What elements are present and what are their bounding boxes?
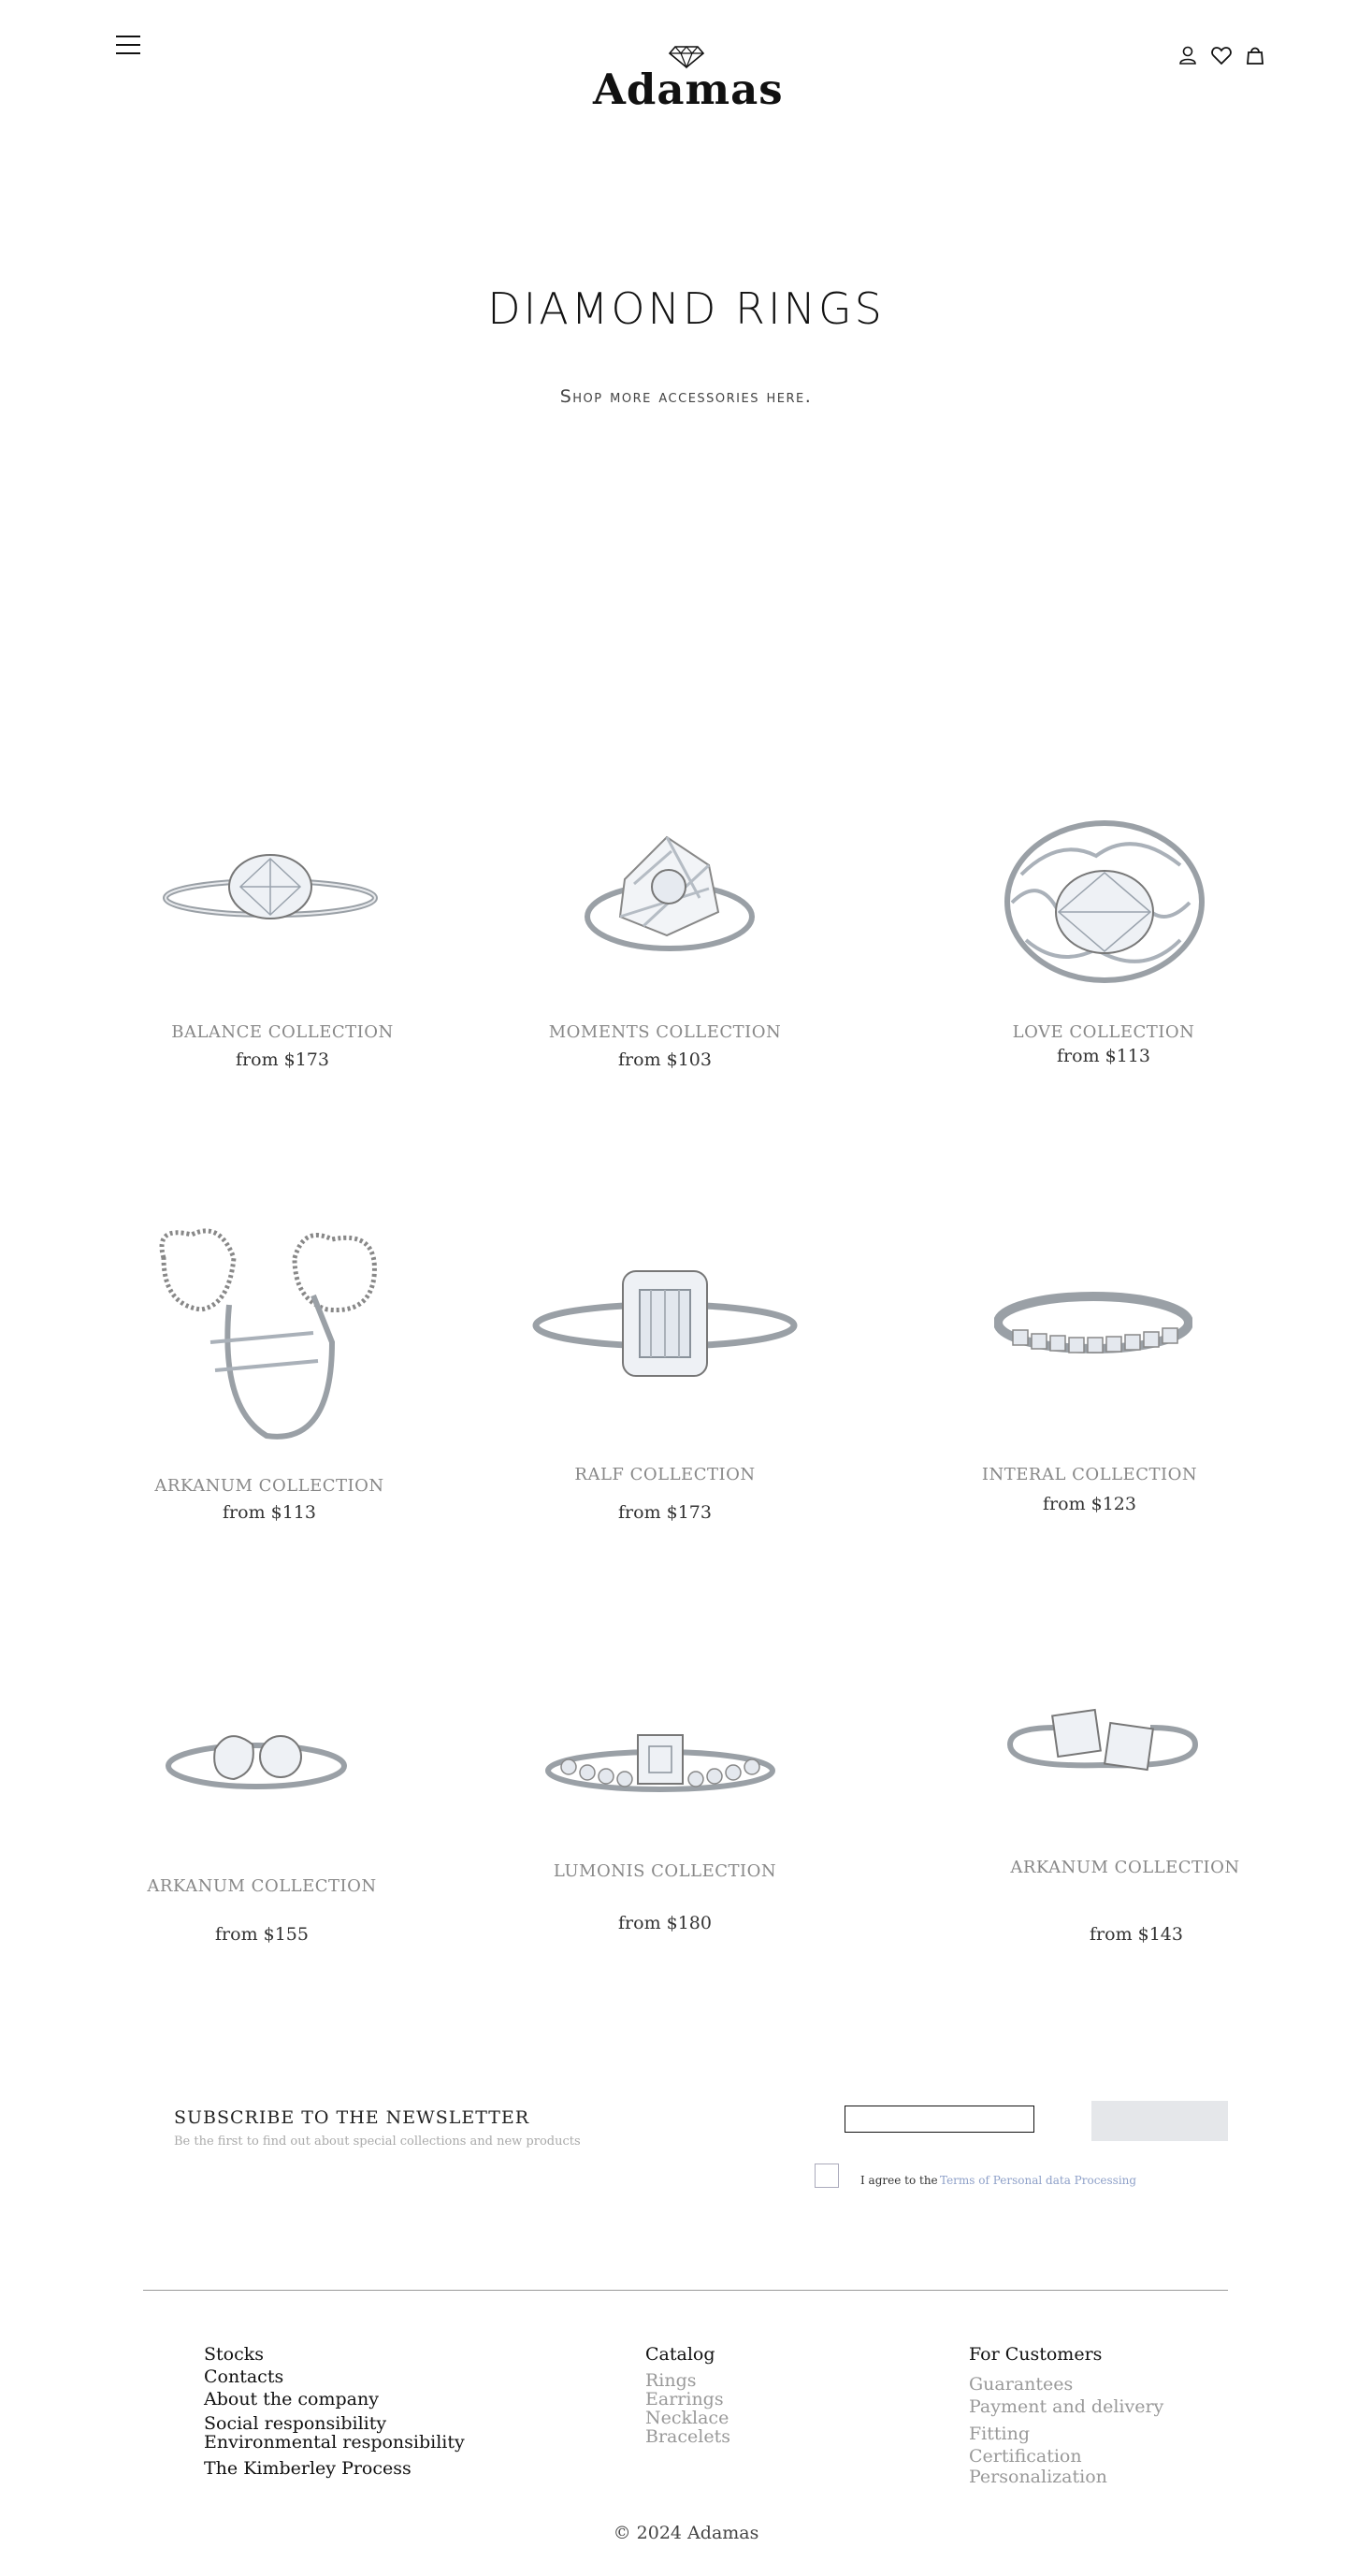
brand-name: Adamas — [593, 65, 784, 114]
product-name[interactable]: ARKANUM COLLECTION — [957, 1858, 1293, 1877]
menu-icon[interactable] — [116, 36, 140, 56]
product-price: from $143 — [1090, 1924, 1183, 1945]
footer-divider — [143, 2290, 1228, 2291]
footer-link-environmental[interactable]: Environmental responsibility — [204, 2433, 465, 2452]
product-price: from $123 — [1043, 1494, 1136, 1514]
footer-link-rings[interactable]: Rings — [645, 2371, 730, 2390]
terms-link[interactable]: Terms of Personal data Processing — [940, 2174, 1136, 2187]
footer-link-social[interactable]: Social responsibility — [204, 2414, 465, 2433]
product-price: from $155 — [215, 1924, 309, 1945]
newsletter-title: SUBSCRIBE TO THE NEWSLETTER — [174, 2107, 530, 2128]
footer-link-necklace[interactable]: Necklace — [645, 2409, 730, 2427]
footer-link-certification[interactable]: Certification — [969, 2446, 1163, 2467]
footer-link-guarantees[interactable]: Guarantees — [969, 2373, 1163, 2395]
product-price: from $103 — [618, 1049, 712, 1070]
footer-link-about[interactable]: About the company — [204, 2388, 465, 2410]
subscribe-button[interactable] — [1091, 2101, 1228, 2141]
product-image-moments-ring[interactable] — [578, 823, 756, 963]
footer-link-contacts[interactable]: Contacts — [204, 2366, 465, 2388]
product-image-lumonis-ring[interactable] — [542, 1728, 778, 1802]
product-name[interactable]: ARKANUM COLLECTION — [94, 1876, 430, 1896]
footer-heading-catalog: Catalog — [645, 2344, 715, 2365]
footer-link-personalization[interactable]: Personalization — [969, 2467, 1163, 2487]
page-title: DIAMOND RINGS — [487, 283, 885, 334]
product-image-ralf-ring[interactable] — [529, 1267, 801, 1380]
product-price: from $173 — [236, 1049, 329, 1070]
product-name[interactable]: LOVE COLLECTION — [935, 1022, 1272, 1042]
footer-heading-customers: For Customers — [969, 2344, 1103, 2365]
product-price: from $173 — [618, 1502, 712, 1523]
product-image-love-ring[interactable] — [1003, 818, 1206, 985]
footer-link-payment[interactable]: Payment and delivery — [969, 2395, 1163, 2418]
hero-subtitle-link[interactable]: Shop more accessories here. — [0, 386, 1372, 407]
brand-logo[interactable]: Adamas — [593, 45, 784, 116]
product-image-interal-ring[interactable] — [994, 1289, 1192, 1356]
user-icon[interactable] — [1177, 44, 1199, 66]
product-name[interactable]: RALF COLLECTION — [497, 1465, 833, 1484]
bag-icon[interactable] — [1244, 44, 1266, 66]
heart-icon[interactable] — [1210, 44, 1233, 66]
footer-link-fitting[interactable]: Fitting — [969, 2422, 1163, 2446]
product-image-arkanum-toi-et-moi-ring[interactable] — [1001, 1707, 1205, 1780]
product-image-arkanum-pear-ring[interactable] — [164, 1721, 349, 1800]
product-price: from $113 — [1057, 1046, 1150, 1066]
newsletter-email-input[interactable] — [845, 2106, 1034, 2133]
footer-link-earrings[interactable]: Earrings — [645, 2390, 730, 2409]
footer-col-company: Stocks Contacts About the company Social… — [204, 2343, 465, 2480]
product-price: from $113 — [223, 1502, 316, 1523]
product-name[interactable]: ARKANUM COLLECTION — [101, 1476, 438, 1496]
footer-col-catalog: Catalog Rings Earrings Necklace Bracelet… — [645, 2343, 730, 2446]
newsletter-subtitle: Be the first to find out about special c… — [174, 2135, 581, 2149]
footer-col-customers: For Customers Guarantees Payment and del… — [969, 2343, 1163, 2487]
product-image-arkanum-ring[interactable] — [145, 1221, 390, 1450]
footer-link-stocks[interactable]: Stocks — [204, 2343, 465, 2366]
product-name[interactable]: MOMENTS COLLECTION — [497, 1022, 833, 1042]
footer-link-bracelets[interactable]: Bracelets — [645, 2427, 730, 2446]
product-name[interactable]: BALANCE COLLECTION — [114, 1022, 451, 1042]
copyright: © 2024 Adamas — [613, 2523, 759, 2543]
agree-checkbox[interactable] — [815, 2164, 839, 2188]
product-price: from $180 — [618, 1913, 712, 1933]
product-name[interactable]: LUMONIS COLLECTION — [497, 1861, 833, 1881]
product-image-balance-ring[interactable] — [161, 840, 380, 945]
footer-link-kimberley[interactable]: The Kimberley Process — [204, 2457, 465, 2480]
product-name[interactable]: INTERAL COLLECTION — [921, 1465, 1258, 1484]
agree-label: I agree to the — [860, 2174, 938, 2187]
